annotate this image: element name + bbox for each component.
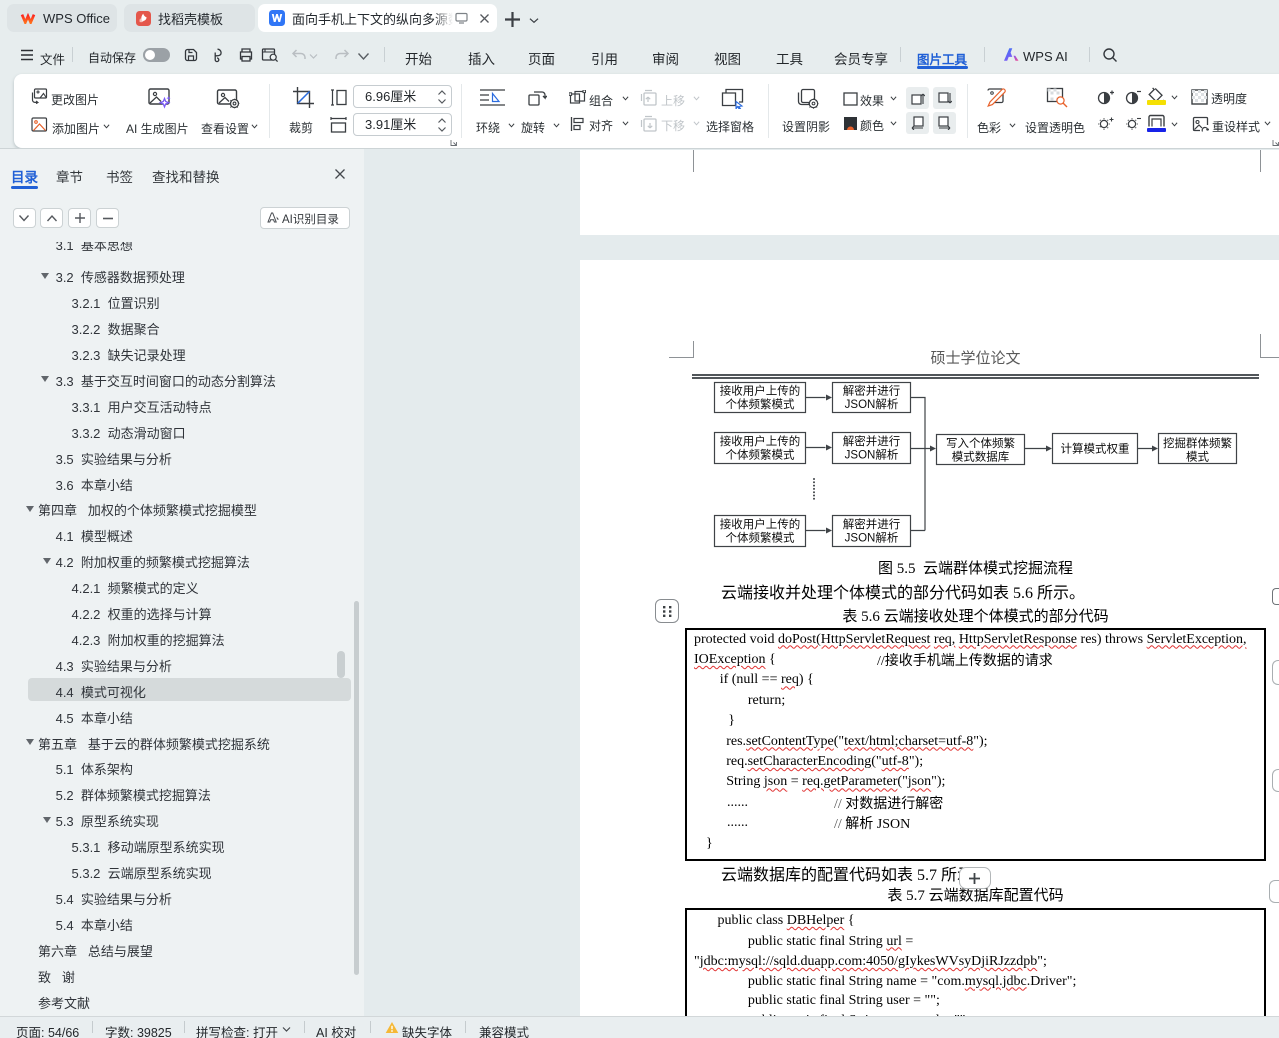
svg-text:解密并进行: 解密并进行 bbox=[843, 434, 901, 448]
svg-text:接收用户上传的: 接收用户上传的 bbox=[720, 434, 801, 448]
svg-text:JSON解析: JSON解析 bbox=[845, 397, 899, 411]
svg-text:个体频繁模式: 个体频繁模式 bbox=[726, 448, 795, 462]
svg-text:解密并进行: 解密并进行 bbox=[843, 384, 901, 398]
svg-text:模式数据库: 模式数据库 bbox=[952, 450, 1010, 464]
svg-text:个体频繁模式: 个体频繁模式 bbox=[726, 397, 795, 411]
svg-text:个体频繁模式: 个体频繁模式 bbox=[726, 531, 795, 545]
svg-text:接收用户上传的: 接收用户上传的 bbox=[720, 517, 801, 531]
svg-text:JSON解析: JSON解析 bbox=[845, 448, 899, 462]
svg-text:JSON解析: JSON解析 bbox=[845, 531, 899, 545]
svg-text:挖掘群体频繁: 挖掘群体频繁 bbox=[1163, 436, 1232, 450]
svg-text:写入个体频繁: 写入个体频繁 bbox=[946, 436, 1015, 450]
svg-text:模式: 模式 bbox=[1186, 451, 1209, 464]
svg-text:接收用户上传的: 接收用户上传的 bbox=[720, 384, 801, 398]
svg-text:计算模式权重: 计算模式权重 bbox=[1061, 442, 1130, 456]
svg-text:解密并进行: 解密并进行 bbox=[843, 517, 901, 531]
